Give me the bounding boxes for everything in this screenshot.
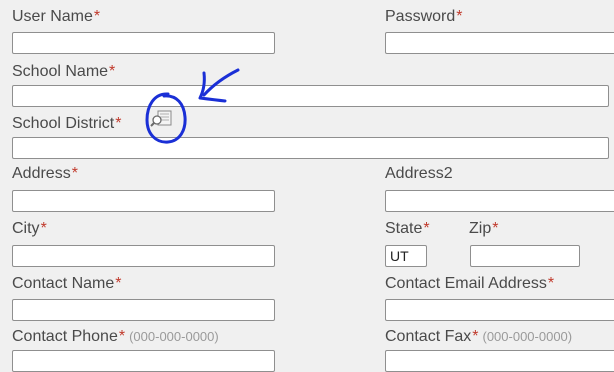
- state-input[interactable]: [385, 245, 427, 267]
- school-name-label: School Name*: [12, 63, 116, 80]
- required-asterisk: *: [109, 63, 116, 80]
- address-input[interactable]: [12, 190, 275, 212]
- user-name-input[interactable]: [12, 32, 275, 54]
- contact-name-label: Contact Name*: [12, 275, 122, 292]
- contact-email-input[interactable]: [385, 299, 614, 321]
- school-district-label: School District*: [12, 115, 122, 132]
- contact-fax-input[interactable]: [385, 350, 614, 372]
- required-asterisk: *: [472, 328, 479, 345]
- password-input[interactable]: [385, 32, 614, 54]
- required-asterisk: *: [93, 8, 101, 25]
- state-label: State*: [385, 220, 430, 237]
- zip-label: Zip*: [469, 220, 499, 237]
- contact-name-input[interactable]: [12, 299, 275, 321]
- required-asterisk: *: [547, 275, 555, 292]
- lookup-icon[interactable]: [150, 108, 174, 130]
- contact-email-label: Contact Email Address*: [385, 275, 555, 292]
- required-asterisk: *: [115, 115, 122, 132]
- fax-format-hint: (000-000-0000): [482, 329, 573, 344]
- required-asterisk: *: [456, 8, 463, 25]
- address2-label: Address2: [385, 165, 453, 182]
- address-label: Address*: [12, 165, 78, 182]
- lookup-icon-graphic: [150, 110, 172, 127]
- city-input[interactable]: [12, 245, 275, 267]
- phone-format-hint: (000-000-0000): [129, 329, 219, 344]
- school-name-input[interactable]: [12, 85, 609, 107]
- user-name-label: User Name*: [12, 8, 101, 25]
- zip-input[interactable]: [470, 245, 580, 267]
- school-district-input[interactable]: [12, 137, 609, 159]
- required-asterisk: *: [423, 220, 430, 237]
- city-label: City*: [12, 220, 47, 237]
- address2-input[interactable]: [385, 190, 614, 212]
- required-asterisk: *: [492, 220, 499, 237]
- contact-phone-input[interactable]: [12, 350, 275, 372]
- required-asterisk: *: [71, 165, 78, 182]
- password-label: Password*: [385, 8, 463, 25]
- required-asterisk: *: [40, 220, 47, 237]
- contact-phone-label: Contact Phone* (000-000-0000): [12, 328, 219, 345]
- required-asterisk: *: [118, 328, 126, 345]
- contact-fax-label: Contact Fax* (000-000-0000): [385, 328, 573, 345]
- required-asterisk: *: [115, 275, 122, 292]
